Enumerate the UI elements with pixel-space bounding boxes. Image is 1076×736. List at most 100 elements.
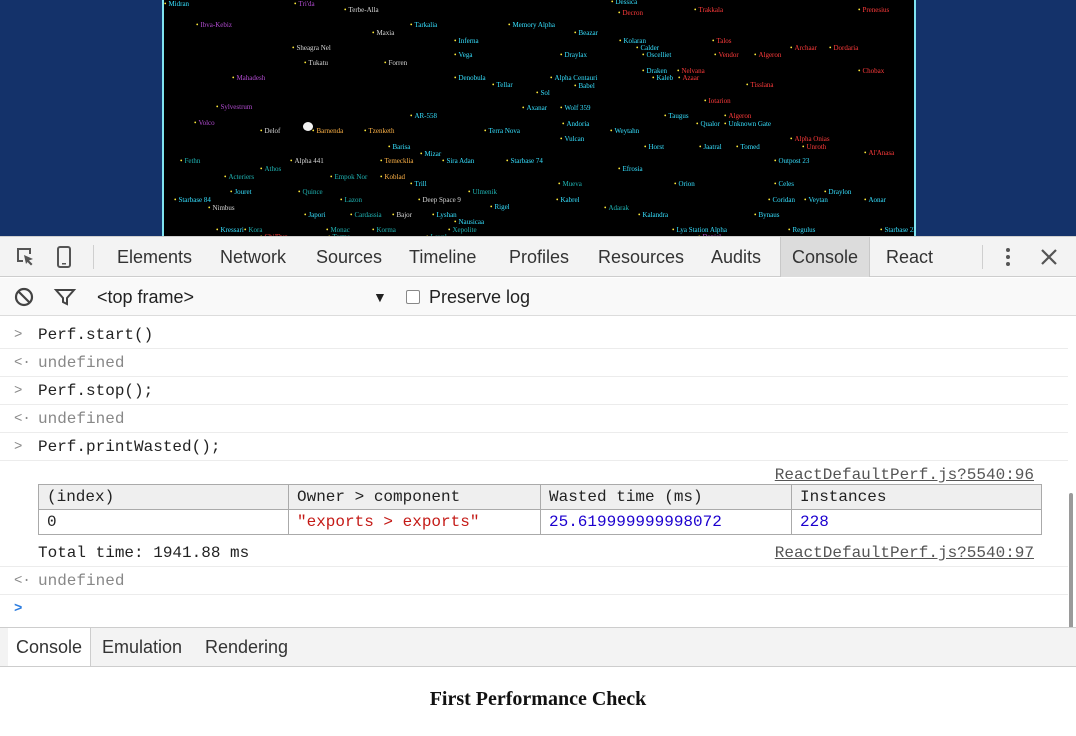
star-system-label[interactable]: Lyshan — [432, 211, 456, 219]
star-system-label[interactable]: Lazon — [340, 196, 362, 204]
star-map-canvas[interactable]: Tri'da Terbe-Alla Dessica Decron Trakkala Pre… — [162, 0, 916, 236]
star-system-label[interactable]: Athos — [260, 165, 281, 173]
star-system-label[interactable]: Mizar — [420, 150, 441, 158]
star-system-label[interactable]: Tomed — [736, 143, 759, 151]
close-icon[interactable] — [1037, 245, 1061, 269]
star-system-label[interactable]: Veytan — [804, 196, 827, 204]
frame-selector[interactable]: <top frame> — [97, 278, 194, 316]
star-system-label[interactable]: Regulus — [788, 226, 815, 234]
star-system-label[interactable]: Barisa — [388, 143, 410, 151]
tab-sources[interactable]: Sources — [305, 237, 393, 277]
star-system-label[interactable]: Xepolite — [448, 226, 476, 234]
star-system-label[interactable]: Horst — [644, 143, 664, 151]
star-system-label[interactable]: Denobula — [454, 74, 485, 82]
tab-profiles[interactable]: Profiles — [498, 237, 580, 277]
tab-react[interactable]: React — [875, 237, 944, 277]
inspect-element-icon[interactable] — [14, 245, 38, 269]
star-system-label[interactable]: Outpost 23 — [774, 157, 809, 165]
star-system-label[interactable]: Al'Anasa — [864, 149, 894, 157]
tab-network[interactable]: Network — [209, 237, 297, 277]
star-system-label[interactable]: Chobax — [858, 67, 884, 75]
star-system-label[interactable]: Tarkalia — [410, 21, 437, 29]
filter-icon[interactable] — [53, 285, 77, 309]
frame-dropdown-arrow-icon[interactable]: ▼ — [373, 278, 387, 316]
star-system-label[interactable]: Coridan — [768, 196, 795, 204]
star-system-label[interactable]: Dessica — [611, 0, 637, 6]
table-header-cell[interactable]: (index) — [38, 484, 289, 510]
star-system-label[interactable]: Tellar — [492, 81, 512, 89]
tab-audits[interactable]: Audits — [700, 237, 772, 277]
star-system-label[interactable]: Archaar — [790, 44, 817, 52]
star-system-label[interactable]: Unroth — [802, 143, 826, 151]
star-system-label[interactable]: Draylax — [560, 51, 587, 59]
star-system-label[interactable]: Tukatu — [304, 59, 328, 67]
console-output[interactable]: > Perf.start() <· undefined > Perf.stop(… — [0, 317, 1076, 627]
star-system-label[interactable]: Nausicaa — [454, 218, 484, 226]
star-system-label[interactable]: Mahadesh — [232, 74, 265, 82]
star-system-label[interactable]: Deep Space 9 — [418, 196, 460, 204]
star-system-label[interactable]: Maxia — [372, 29, 394, 37]
star-system-label[interactable]: Jaatral — [699, 143, 721, 151]
star-system-label[interactable]: Kressari — [216, 226, 243, 234]
star-system-label[interactable]: Andoria — [562, 120, 589, 128]
star-system-label[interactable]: Alpha Onias — [790, 135, 829, 143]
star-system-label[interactable]: Aonar — [864, 196, 886, 204]
star-system-label[interactable]: Dordaria — [829, 44, 858, 52]
star-system-label[interactable]: Alpha 441 — [290, 157, 323, 165]
star-system-label[interactable]: AR-558 — [410, 112, 437, 120]
star-system-label[interactable]: Inferna — [454, 37, 478, 45]
star-system-label[interactable]: Starbase 84 — [174, 196, 210, 204]
star-system-label[interactable]: Volco — [194, 119, 214, 127]
console-scrollbar[interactable] — [1069, 493, 1073, 627]
drawer-tab-emulation[interactable]: Emulation — [94, 628, 190, 666]
star-system-label[interactable]: Quince — [298, 188, 322, 196]
star-system-label[interactable]: Bajor — [392, 211, 412, 219]
star-system-label[interactable]: Temecklia — [380, 157, 413, 165]
drawer-tab-console[interactable]: Console — [8, 628, 92, 666]
star-system-label[interactable]: Fethn — [180, 157, 200, 165]
star-system-label[interactable]: Oscelliet — [642, 51, 671, 59]
star-system-label[interactable]: Memory Alpha — [508, 21, 555, 29]
star-system-label[interactable]: Starbase 234 — [880, 226, 914, 234]
star-system-label[interactable]: Taugus — [664, 112, 688, 120]
tab-console[interactable]: Console — [780, 237, 871, 277]
star-system-label[interactable]: Sol — [536, 89, 549, 97]
star-system-label[interactable]: Bynaus — [754, 211, 779, 219]
star-system-label[interactable]: Cardassia — [350, 211, 381, 219]
star-system-label[interactable]: Qualor — [696, 120, 719, 128]
star-system-label[interactable]: Trill — [410, 180, 426, 188]
star-system-label[interactable]: Alpha Centauri — [550, 74, 597, 82]
star-system-label[interactable]: Kalandra — [638, 211, 668, 219]
tab-elements[interactable]: Elements — [106, 237, 203, 277]
star-system-label[interactable]: Barnenda — [312, 127, 343, 135]
star-system-label[interactable]: Empok Nor — [330, 173, 367, 181]
star-system-label[interactable]: Mueva — [558, 180, 581, 188]
star-system-label[interactable]: Wolf 359 — [560, 104, 590, 112]
star-system-label[interactable]: Sheagra Nel — [292, 44, 330, 52]
device-mode-icon[interactable] — [52, 245, 76, 269]
star-system-label[interactable]: Delof — [260, 127, 280, 135]
star-system-label[interactable]: Korma — [372, 226, 395, 234]
preserve-log-label[interactable]: Preserve log — [429, 278, 530, 316]
star-system-label[interactable]: Nimbus — [208, 204, 234, 212]
star-system-label[interactable]: Jouret — [230, 188, 251, 196]
star-system-label[interactable]: Vulcan — [560, 135, 584, 143]
star-system-label[interactable]: Algeron — [754, 51, 781, 59]
star-system-label[interactable]: Iotarion — [704, 97, 730, 105]
star-system-label[interactable]: Japori — [304, 211, 325, 219]
star-system-label[interactable]: Kabrel — [556, 196, 579, 204]
tab-resources[interactable]: Resources — [587, 237, 695, 277]
star-system-label[interactable]: Azaar — [678, 74, 699, 82]
star-system-label[interactable]: Sira Adan — [442, 157, 474, 165]
star-system-label[interactable]: Adarak — [604, 204, 629, 212]
star-system-label[interactable]: Forren — [384, 59, 407, 67]
star-system-label[interactable]: Tisslana — [746, 81, 773, 89]
star-system-label[interactable]: Tri'da — [294, 0, 314, 8]
star-system-label[interactable]: Celes — [774, 180, 794, 188]
tab-timeline[interactable]: Timeline — [398, 237, 487, 277]
star-system-label[interactable]: Weytahn — [610, 127, 639, 135]
star-system-label[interactable]: Ibva-Kebiz — [196, 21, 231, 29]
table-header-cell[interactable]: Owner > component — [288, 484, 541, 510]
star-system-label[interactable]: Decron — [618, 9, 643, 17]
clear-console-icon[interactable] — [12, 285, 36, 309]
